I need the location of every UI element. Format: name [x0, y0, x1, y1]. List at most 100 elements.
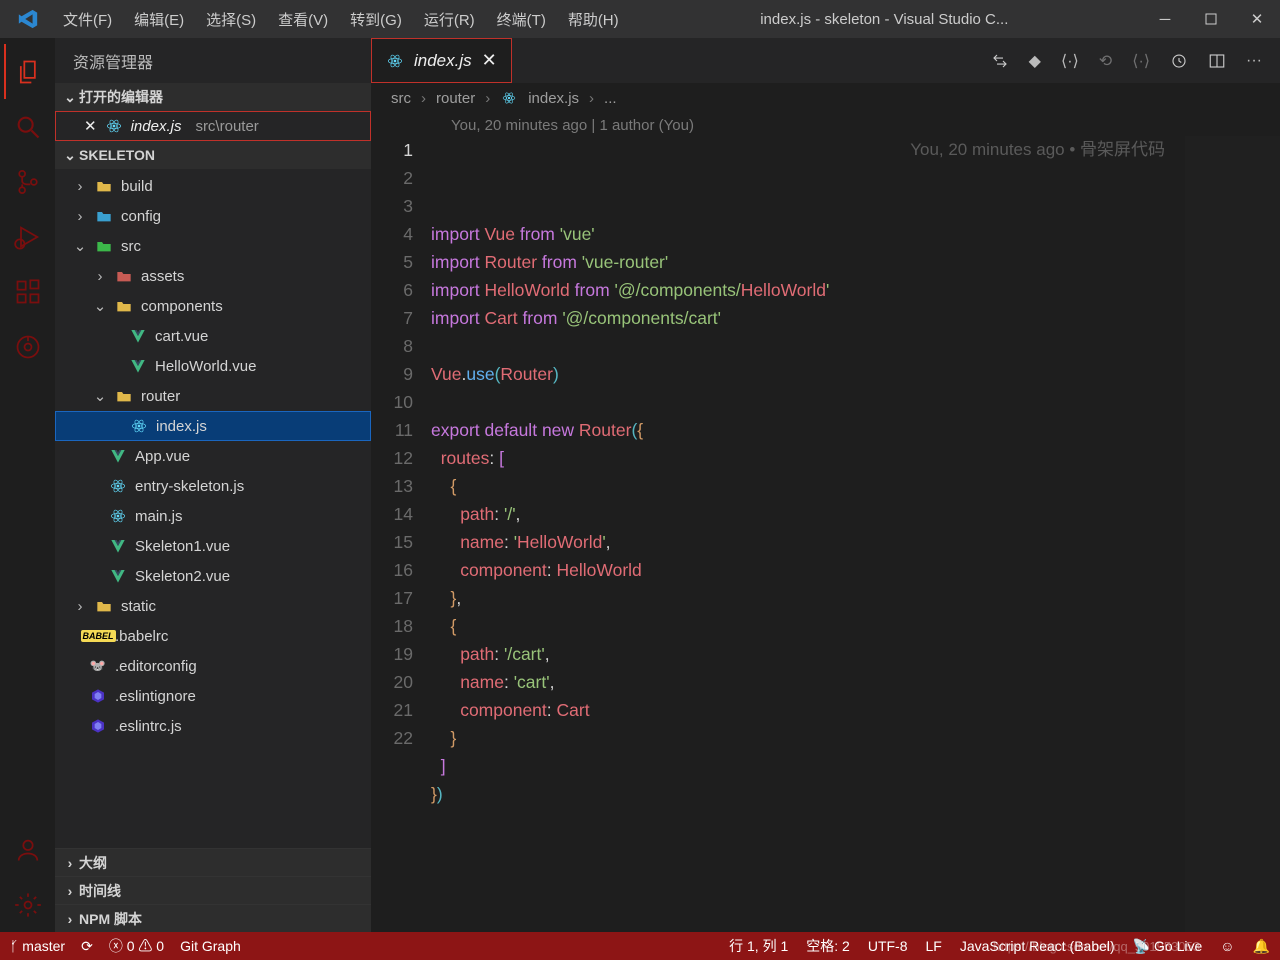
- tree-item[interactable]: ⌄router: [55, 381, 371, 411]
- outline-section[interactable]: ›大纲: [55, 848, 371, 876]
- tree-item[interactable]: ›config: [55, 201, 371, 231]
- source-control-icon[interactable]: [4, 154, 52, 209]
- react-icon: [109, 507, 127, 525]
- git-branch[interactable]: ᚶ master: [10, 938, 65, 954]
- close-icon[interactable]: ✕: [84, 117, 97, 135]
- extensions-icon[interactable]: [4, 264, 52, 319]
- tree-item-label: index.js: [156, 418, 207, 435]
- project-section[interactable]: ⌄SKELETON: [55, 141, 371, 169]
- tree-item[interactable]: ⌄components: [55, 291, 371, 321]
- tree-item-label: src: [121, 238, 141, 255]
- menu-run[interactable]: 运行(R): [416, 9, 483, 30]
- line-gutter: 12345678910111213141516171819202122: [371, 136, 431, 932]
- git-graph-button[interactable]: Git Graph: [180, 938, 241, 954]
- menu-bar: 文件(F) 编辑(E) 选择(S) 查看(V) 转到(G) 运行(R) 终端(T…: [55, 9, 627, 30]
- split-editor-icon[interactable]: [1208, 52, 1226, 70]
- tab-label: index.js: [414, 51, 472, 71]
- tree-item[interactable]: Skeleton2.vue: [55, 561, 371, 591]
- open-editor-name: index.js: [131, 118, 182, 135]
- tree-item[interactable]: .eslintignore: [55, 681, 371, 711]
- open-editor-item[interactable]: ✕ index.js src\router: [55, 111, 371, 141]
- search-icon[interactable]: [4, 99, 52, 154]
- watermark: https://blog.csdn.net/qq_501953053: [993, 939, 1200, 954]
- window-maximize-icon[interactable]: [1188, 0, 1234, 38]
- tree-item[interactable]: main.js: [55, 501, 371, 531]
- tab-bar: index.js ✕ ◆ ⟨·⟩ ⟲ ⟨·⟩ ···: [371, 38, 1280, 83]
- tree-item[interactable]: cart.vue: [55, 321, 371, 351]
- explorer-icon[interactable]: [4, 44, 52, 99]
- file-tree: ›build›config⌄src›assets⌄components cart.…: [55, 169, 371, 848]
- menu-edit[interactable]: 编辑(E): [126, 9, 192, 30]
- encoding[interactable]: UTF-8: [868, 938, 908, 954]
- window-minimize-icon[interactable]: ─: [1142, 0, 1188, 38]
- window-title: index.js - skeleton - Visual Studio C...: [627, 11, 1142, 28]
- tree-item[interactable]: ›static: [55, 591, 371, 621]
- npm-scripts-section[interactable]: ›NPM 脚本: [55, 904, 371, 932]
- minimap[interactable]: [1185, 136, 1280, 932]
- menu-go[interactable]: 转到(G): [342, 9, 410, 30]
- sync-icon[interactable]: ⟳: [81, 938, 93, 955]
- react-icon: [105, 117, 123, 135]
- compare-icon[interactable]: [991, 52, 1009, 70]
- tree-item[interactable]: BABEL.babelrc: [55, 621, 371, 651]
- menu-help[interactable]: 帮助(H): [560, 9, 627, 30]
- code-lines[interactable]: You, 20 minutes ago • 骨架屏代码 import Vue f…: [431, 136, 1185, 932]
- timeline-section[interactable]: ›时间线: [55, 876, 371, 904]
- notifications-icon[interactable]: 🔔: [1253, 938, 1270, 955]
- tree-item-label: Skeleton2.vue: [135, 568, 230, 585]
- menu-view[interactable]: 查看(V): [270, 9, 336, 30]
- tree-item-label: main.js: [135, 508, 183, 525]
- menu-file[interactable]: 文件(F): [55, 9, 120, 30]
- gitlens-icon[interactable]: [4, 319, 52, 374]
- tree-item[interactable]: 🐭.editorconfig: [55, 651, 371, 681]
- indentation[interactable]: 空格: 2: [806, 936, 850, 956]
- menu-selection[interactable]: 选择(S): [198, 9, 264, 30]
- eslint-icon: [89, 687, 107, 705]
- react-icon: [130, 417, 148, 435]
- tree-item[interactable]: Skeleton1.vue: [55, 531, 371, 561]
- next-change-icon[interactable]: ⟨·⟩: [1132, 51, 1150, 71]
- feedback-icon[interactable]: ☺: [1220, 938, 1234, 954]
- prev-change-icon[interactable]: ⟨·⟩: [1061, 51, 1079, 71]
- tree-item-label: Skeleton1.vue: [135, 538, 230, 555]
- vue-icon: [109, 567, 127, 585]
- problems[interactable]: ⓧ 0 ⚠ 0: [109, 936, 164, 956]
- nav-icon[interactable]: ◆: [1029, 51, 1041, 71]
- close-icon[interactable]: ✕: [482, 50, 497, 71]
- folder-icon: [115, 297, 133, 315]
- tree-item[interactable]: ›build: [55, 171, 371, 201]
- window-close-icon[interactable]: ✕: [1234, 0, 1280, 38]
- tree-item-label: cart.vue: [155, 328, 208, 345]
- tree-item[interactable]: .eslintrc.js: [55, 711, 371, 741]
- tree-item-label: .editorconfig: [115, 658, 197, 675]
- folder-icon: [95, 597, 113, 615]
- tree-item-label: HelloWorld.vue: [155, 358, 256, 375]
- folder-icon: [95, 237, 113, 255]
- open-editor-path: src\router: [195, 118, 258, 135]
- eol[interactable]: LF: [926, 938, 942, 954]
- more-icon[interactable]: ···: [1246, 52, 1262, 70]
- cursor-position[interactable]: 行 1, 列 1: [729, 936, 788, 956]
- revision-icon[interactable]: ⟲: [1099, 51, 1112, 71]
- tree-item[interactable]: index.js: [55, 411, 371, 441]
- vue-icon: [109, 447, 127, 465]
- tree-item[interactable]: ⌄src: [55, 231, 371, 261]
- account-icon[interactable]: [4, 822, 52, 877]
- breadcrumb[interactable]: src› router› index.js› ...: [371, 83, 1280, 113]
- tree-item[interactable]: App.vue: [55, 441, 371, 471]
- run-debug-icon[interactable]: [4, 209, 52, 264]
- tree-item-label: .eslintrc.js: [115, 718, 182, 735]
- code-editor[interactable]: 12345678910111213141516171819202122 You,…: [371, 136, 1280, 932]
- tree-item-label: build: [121, 178, 153, 195]
- tree-item[interactable]: entry-skeleton.js: [55, 471, 371, 501]
- tree-item-label: assets: [141, 268, 184, 285]
- settings-gear-icon[interactable]: [4, 877, 52, 932]
- tab-index-js[interactable]: index.js ✕: [371, 38, 512, 83]
- sidebar-header: 资源管理器: [55, 38, 371, 83]
- tree-item[interactable]: ›assets: [55, 261, 371, 291]
- tree-item[interactable]: HelloWorld.vue: [55, 351, 371, 381]
- status-bar: ᚶ master ⟳ ⓧ 0 ⚠ 0 Git Graph 行 1, 列 1 空格…: [0, 932, 1280, 960]
- history-icon[interactable]: [1170, 52, 1188, 70]
- open-editors-section[interactable]: ⌄打开的编辑器: [55, 83, 371, 111]
- menu-terminal[interactable]: 终端(T): [489, 9, 554, 30]
